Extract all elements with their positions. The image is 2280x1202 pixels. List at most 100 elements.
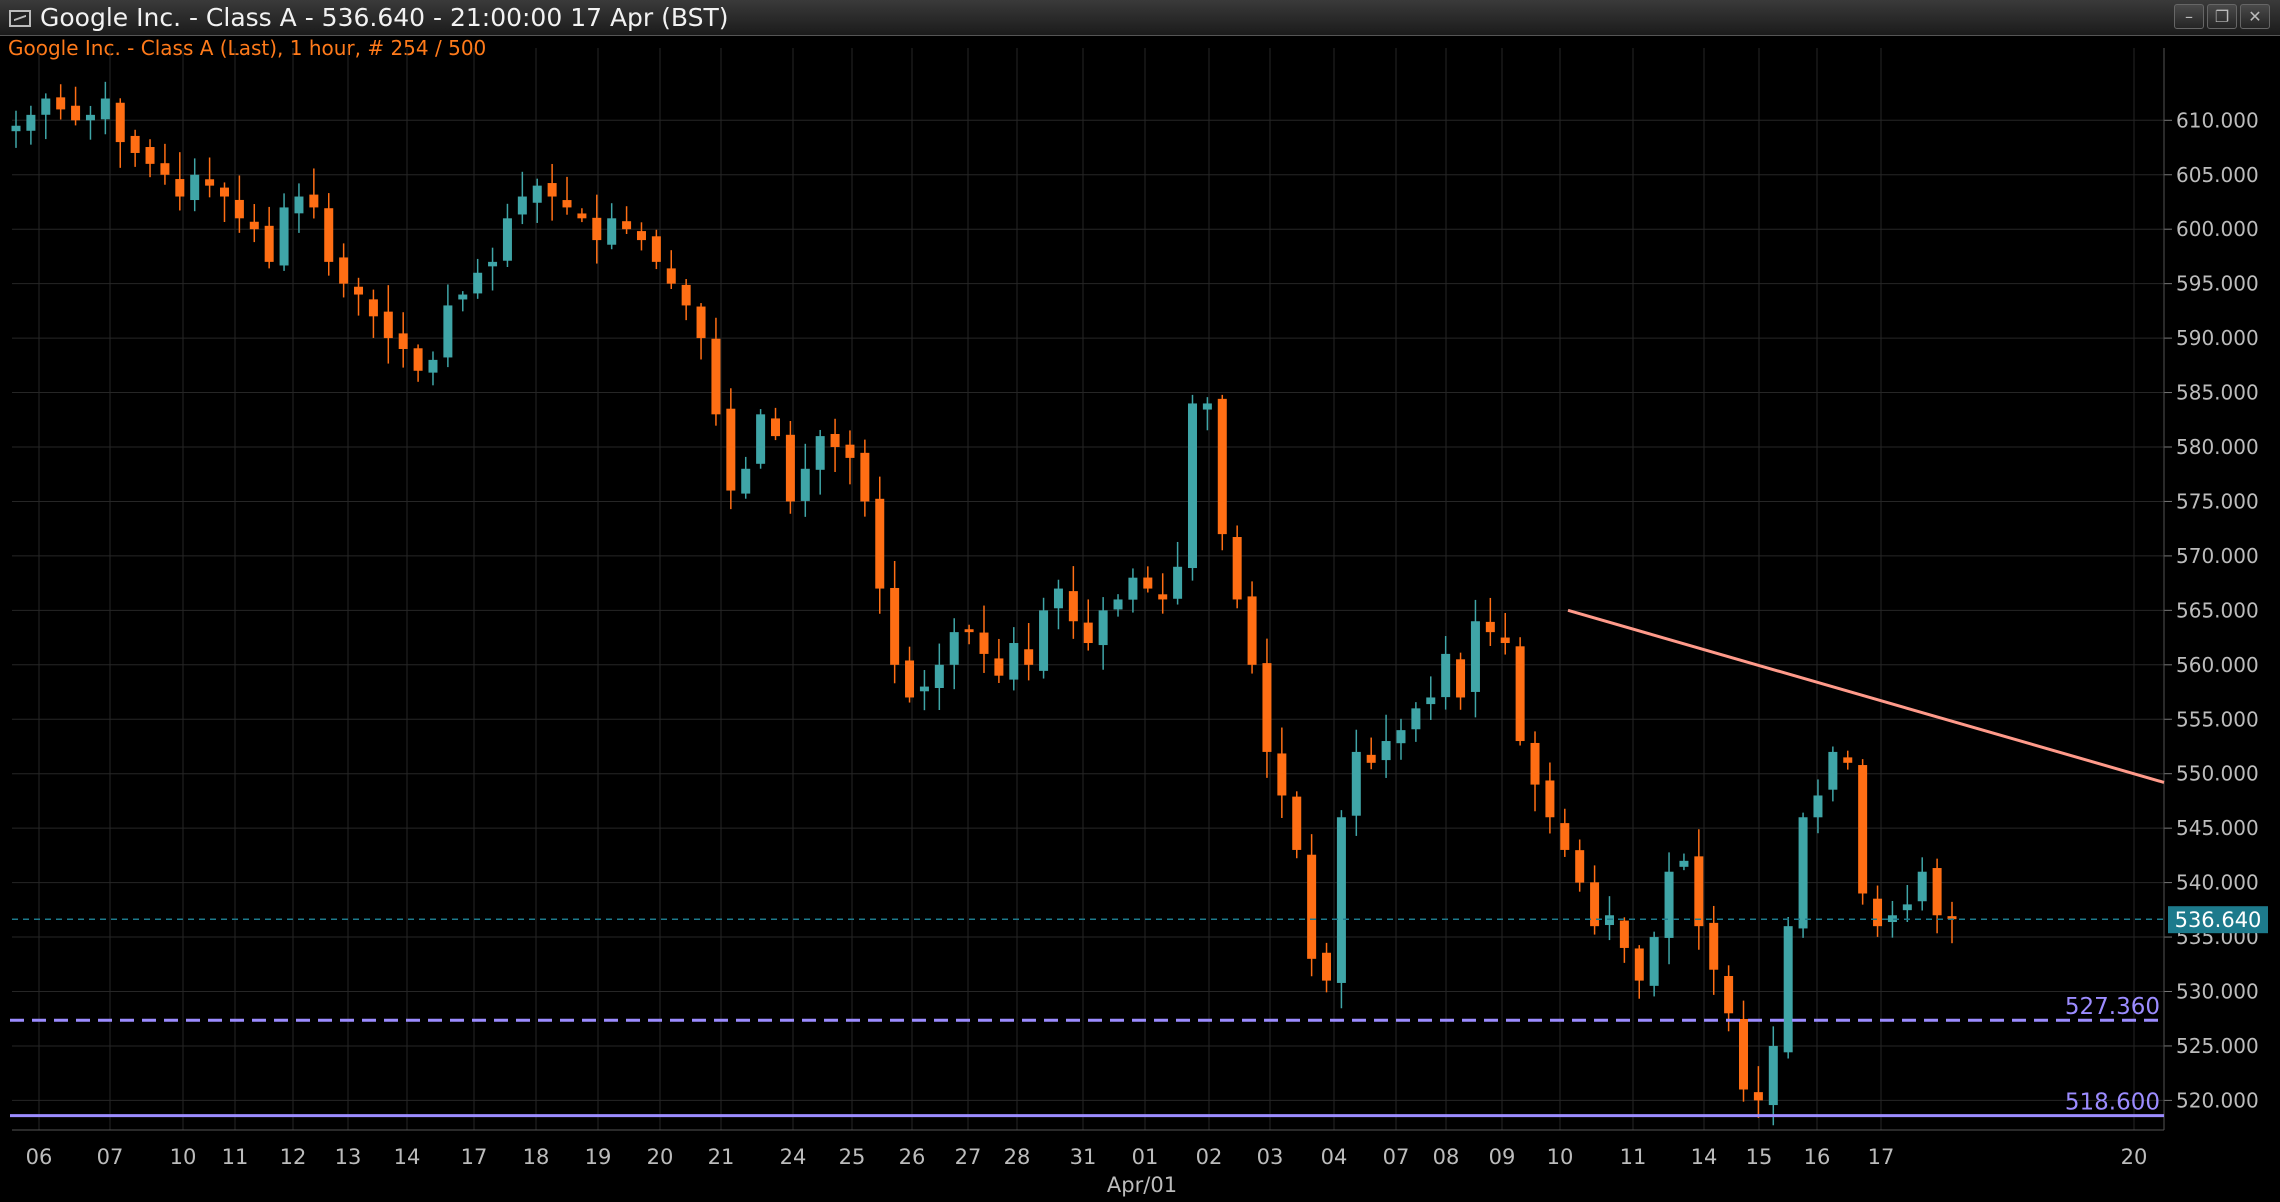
candle (919, 670, 929, 711)
candle-body (875, 498, 885, 589)
x-tick-label: 08 (1433, 1145, 1460, 1169)
x-tick-label: 04 (1321, 1145, 1348, 1169)
candle-body (324, 208, 334, 262)
candle (1366, 737, 1376, 770)
candle (1768, 1026, 1778, 1126)
candle (279, 193, 289, 271)
x-tick-label: 25 (839, 1145, 866, 1169)
candle (473, 258, 483, 299)
candle-body (681, 284, 691, 306)
candle-body (413, 348, 423, 371)
support-line-label: 518.600 (2065, 1090, 2160, 1116)
candle-body (1336, 817, 1346, 983)
x-tick-label: 14 (394, 1145, 421, 1169)
candle (205, 157, 215, 198)
last-price-label: 536.640 (2175, 908, 2262, 932)
candle (234, 175, 244, 233)
candle-body (1277, 753, 1287, 796)
candle-body (1932, 868, 1942, 916)
candle (1902, 885, 1912, 922)
candle-body (26, 114, 36, 131)
candle-body (711, 338, 721, 415)
candle-body (1024, 649, 1034, 665)
candle-body (1187, 403, 1197, 569)
y-tick-label: 560.000 (2176, 653, 2259, 677)
candle-body (1694, 856, 1704, 927)
candle-body (1322, 952, 1332, 981)
candle-body (1247, 596, 1257, 665)
candle-body (175, 179, 185, 197)
candle-body (1158, 594, 1168, 600)
x-tick-label: 07 (97, 1145, 124, 1169)
candle (1187, 394, 1197, 581)
candle-body (190, 174, 200, 201)
candle-body (458, 294, 468, 300)
candle-body (1679, 860, 1689, 867)
candle-body (1634, 948, 1644, 981)
candle (860, 439, 870, 517)
y-tick-label: 530.000 (2176, 980, 2259, 1004)
candle (1590, 865, 1600, 935)
candle (1292, 791, 1302, 859)
x-tick-label: 11 (222, 1145, 249, 1169)
x-tick-label: 18 (523, 1145, 550, 1169)
candle-body (1798, 817, 1808, 929)
candle-body (71, 105, 81, 121)
candle-body (145, 147, 155, 164)
candle-body (309, 194, 319, 208)
candle-body (741, 468, 751, 494)
candle-body (517, 196, 527, 215)
x-tick-label: 10 (1547, 1145, 1574, 1169)
candles (11, 81, 1957, 1126)
candle (830, 418, 840, 472)
candle-body (622, 221, 632, 230)
candle-body (1739, 1018, 1749, 1090)
candle (741, 456, 751, 499)
candle (1932, 858, 1942, 934)
candle (1604, 896, 1614, 941)
x-tick-label: 28 (1004, 1145, 1031, 1169)
candle (815, 429, 825, 495)
candle-body (428, 359, 438, 373)
x-axis-labels: 06 07 10 11 12 13 14 17 18 19 20 21 24 25 26 27 28 31 01 02… (26, 1145, 2148, 1197)
candle-body (1396, 730, 1406, 744)
candle-body (1560, 823, 1570, 850)
candle-body (1083, 622, 1093, 644)
x-tick-label: 02 (1196, 1145, 1223, 1169)
candle-body (85, 114, 95, 121)
resistance-trendline (1567, 608, 2165, 784)
candle-body (1604, 915, 1614, 926)
candle (1545, 762, 1555, 834)
candle (756, 409, 766, 469)
candle-body (1485, 621, 1495, 633)
candle-body (1456, 659, 1466, 698)
candle (1858, 759, 1868, 905)
candle-body (949, 632, 959, 665)
candle (905, 646, 915, 703)
y-tick-label: 600.000 (2176, 217, 2259, 241)
candle-body (815, 436, 825, 470)
candle-body (1813, 795, 1823, 818)
candle-body (785, 434, 795, 502)
candle-body (1500, 637, 1510, 644)
candle (771, 407, 781, 441)
x-tick-label: 20 (647, 1145, 674, 1169)
candle (1053, 579, 1063, 630)
candle (1202, 397, 1212, 431)
candle-body (11, 125, 21, 132)
candle-body (1545, 780, 1555, 818)
candle (592, 194, 602, 264)
y-tick-label: 610.000 (2176, 108, 2259, 132)
candle-body (1202, 403, 1212, 410)
candle-body (1262, 663, 1272, 752)
candle (324, 193, 334, 276)
x-tick-label: 14 (1691, 1145, 1718, 1169)
candle-body (532, 185, 542, 203)
candle-body (1128, 577, 1138, 600)
candle-body (1068, 591, 1078, 622)
y-tick-label: 555.000 (2176, 707, 2259, 731)
candle (428, 351, 438, 386)
price-chart[interactable]: 610.000 605.000 600.000 595.000 590.000 585.0… (0, 0, 2280, 1202)
candle-body (130, 135, 140, 153)
candle (1396, 718, 1406, 760)
